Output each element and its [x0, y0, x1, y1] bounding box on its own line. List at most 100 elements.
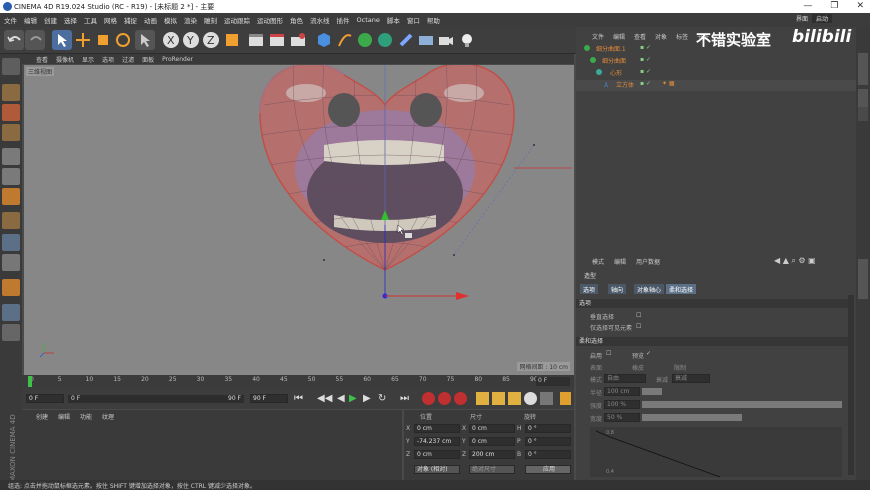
menu-edit[interactable]: 编辑: [24, 15, 37, 25]
points-mode-button[interactable]: [2, 148, 20, 165]
size-x-field[interactable]: 0 cm: [469, 424, 515, 433]
width-slider[interactable]: [642, 414, 742, 421]
attr-nav-icons[interactable]: ◀ ▲ ⌕ ⚙ ▣: [774, 256, 816, 266]
attr-scrollbar[interactable]: [848, 295, 854, 475]
apply-button[interactable]: 应用: [525, 465, 571, 474]
visibility-flags-icon[interactable]: ▪ ✓: [640, 56, 651, 63]
snap-button[interactable]: [2, 254, 20, 271]
obj-menu-view[interactable]: 查看: [634, 32, 646, 41]
section-header[interactable]: 选项: [576, 299, 848, 308]
solo-button[interactable]: [2, 324, 20, 341]
obj-menu-object[interactable]: 对象: [655, 32, 667, 41]
viewport-3d[interactable]: 三维视图 网格间距: 10 cm: [24, 65, 574, 375]
pos-x-field[interactable]: 0 cm: [414, 424, 460, 433]
mat-menu-edit[interactable]: 编辑: [58, 412, 70, 421]
attr-menu-edit[interactable]: 编辑: [614, 257, 626, 266]
vp-menu-cameras[interactable]: 摄像机: [56, 55, 74, 64]
key-scale-icon[interactable]: [492, 392, 505, 405]
tweak-mode-button[interactable]: [2, 234, 20, 251]
object-row[interactable]: 细分曲面 ▪ ✓: [576, 56, 856, 67]
recent-tool-button[interactable]: [135, 30, 155, 50]
make-editable-button[interactable]: [2, 58, 20, 75]
object-name[interactable]: 立方体: [616, 80, 634, 89]
checkbox-icon[interactable]: ☐: [636, 312, 641, 319]
close-button[interactable]: ✕: [856, 1, 864, 11]
menu-simulate[interactable]: 模拟: [164, 15, 177, 25]
checkbox-checked-icon[interactable]: ✓: [646, 350, 651, 357]
texture-mode-button[interactable]: [2, 104, 20, 121]
menu-octane[interactable]: Octane: [357, 16, 380, 24]
maximize-button[interactable]: ❐: [830, 1, 838, 11]
obj-menu-edit[interactable]: 编辑: [613, 32, 625, 41]
size-mode-dropdown[interactable]: 绝对尺寸: [469, 465, 515, 474]
workplane-button[interactable]: [2, 124, 20, 141]
frame-range-slider[interactable]: 0 F 90 F: [68, 395, 244, 403]
menu-mograph[interactable]: 运动图形: [257, 15, 283, 25]
radius-slider[interactable]: [642, 388, 662, 395]
key-position-icon[interactable]: [476, 392, 489, 405]
object-name[interactable]: 细分曲面.1: [596, 44, 626, 53]
mode-dropdown[interactable]: 自由: [604, 374, 646, 383]
pos-y-field[interactable]: -74.237 cm: [414, 437, 460, 446]
playhead[interactable]: [28, 376, 32, 387]
scale-tool-button[interactable]: [93, 30, 113, 50]
move-tool-button[interactable]: [73, 30, 93, 50]
vp-menu-options[interactable]: 选项: [102, 55, 114, 64]
next-frame-icon[interactable]: ▶: [363, 393, 371, 404]
object-row[interactable]: ⅄ 立方体 ▪ ✓ ✦ ▦: [576, 80, 856, 91]
goto-start-icon[interactable]: ⏮: [294, 393, 303, 404]
timeline-ruler[interactable]: 051015202530354045505560657075808590 0 F: [22, 375, 574, 389]
vp-menu-panel[interactable]: 面板: [142, 55, 154, 64]
rot-h-field[interactable]: 0 °: [525, 424, 571, 433]
polygons-mode-button[interactable]: [2, 188, 20, 205]
play-icon[interactable]: ▶: [349, 393, 357, 404]
falloff-curve-graph[interactable]: 0.8 0.4: [590, 427, 842, 477]
menu-script[interactable]: 脚本: [387, 15, 400, 25]
live-selection-button[interactable]: [52, 30, 72, 50]
rotate-tool-button[interactable]: [113, 30, 133, 50]
visibility-flags-icon[interactable]: ▪ ✓: [640, 44, 651, 51]
heart-model[interactable]: [24, 65, 574, 375]
rot-p-field[interactable]: 0 °: [525, 437, 571, 446]
object-name[interactable]: 细分曲面: [602, 56, 626, 65]
current-frame-field[interactable]: 0 F: [536, 377, 570, 386]
y-axis-button[interactable]: Y: [181, 30, 201, 50]
menu-create[interactable]: 创建: [44, 15, 57, 25]
key-parameter-icon[interactable]: [524, 392, 537, 405]
menu-tools[interactable]: 工具: [84, 15, 97, 25]
section-header[interactable]: 柔和选择: [576, 337, 848, 346]
visibility-flags-icon[interactable]: ▪ ✓: [640, 80, 651, 87]
menu-character[interactable]: 角色: [290, 15, 303, 25]
light-button[interactable]: [457, 30, 477, 50]
edges-mode-button[interactable]: [2, 168, 20, 185]
menu-render[interactable]: 渲染: [184, 15, 197, 25]
x-axis-button[interactable]: X: [161, 30, 181, 50]
tab-object-axis[interactable]: 对象轴心: [634, 284, 665, 294]
coordinate-system-button[interactable]: [222, 30, 242, 50]
menu-window[interactable]: 窗口: [407, 15, 420, 25]
vp-menu-prorender[interactable]: ProRender: [162, 56, 193, 63]
render-picture-viewer-button[interactable]: [267, 30, 287, 50]
key-rotation-icon[interactable]: [508, 392, 521, 405]
menu-mesh[interactable]: 网格: [104, 15, 117, 25]
menu-motion-tracking[interactable]: 运动跟踪: [224, 15, 250, 25]
attr-menu-userdata[interactable]: 用户数据: [636, 257, 660, 266]
auto-key-icon[interactable]: [438, 392, 451, 405]
object-name[interactable]: 心形: [610, 68, 622, 77]
mat-menu-create[interactable]: 创建: [36, 412, 48, 421]
tab-objects-vertical[interactable]: [858, 53, 868, 85]
grid-button[interactable]: [2, 304, 20, 321]
z-axis-button[interactable]: Z: [201, 30, 221, 50]
strength-field[interactable]: 100 %: [604, 400, 640, 409]
radius-field[interactable]: 100 cm: [604, 387, 640, 396]
menu-select[interactable]: 选择: [64, 15, 77, 25]
keyframe-selection-icon[interactable]: [454, 392, 467, 405]
render-view-button[interactable]: [246, 30, 266, 50]
pos-z-field[interactable]: 0 cm: [414, 450, 460, 459]
record-keys-icon[interactable]: [422, 392, 435, 405]
size-z-field[interactable]: 200 cm: [469, 450, 515, 459]
end-frame-field[interactable]: 90 F: [250, 394, 288, 403]
timeline-menu-icon[interactable]: [560, 392, 571, 405]
menu-sculpt[interactable]: 雕刻: [204, 15, 217, 25]
obj-menu-tags[interactable]: 标签: [676, 32, 688, 41]
